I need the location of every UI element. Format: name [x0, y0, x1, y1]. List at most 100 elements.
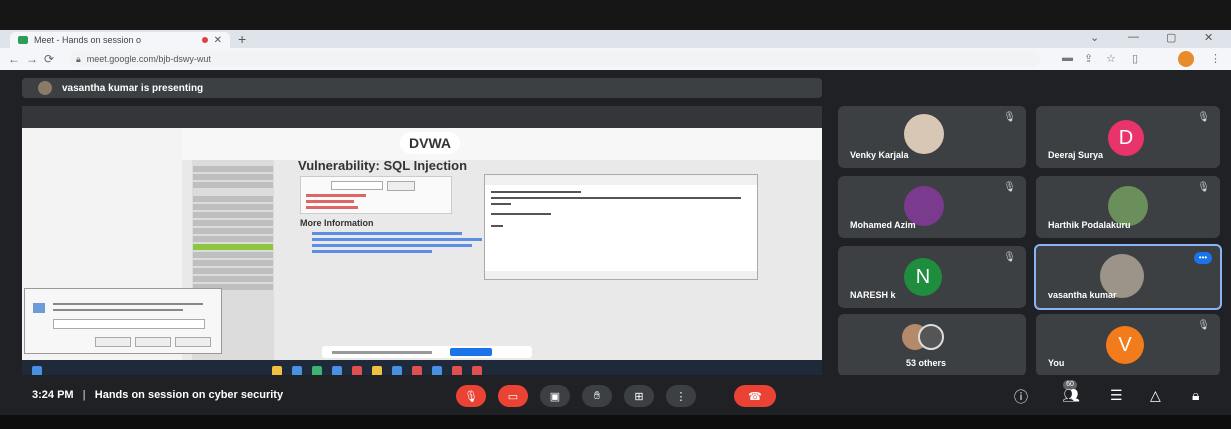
url-text: meet.google.com/bjb-dswy-wut [86, 54, 211, 64]
participant-tile[interactable]: 🎙︎ Mohamed Azim [838, 176, 1026, 238]
captions-button[interactable]: ▣ [540, 385, 570, 407]
mic-off-icon: 🎙︎ [464, 390, 478, 403]
shared-screen[interactable]: DVWA Vulnerability: SQL Injection More I… [22, 106, 822, 382]
chat-icon[interactable]: ☰ [1110, 387, 1123, 404]
menu-kebab-icon[interactable]: ⋮ [1210, 52, 1221, 65]
self-avatar: V [1106, 326, 1144, 364]
people-icon[interactable]: 👥︎ [1062, 387, 1080, 404]
minimize-button[interactable]: — [1128, 31, 1139, 43]
mic-off-button[interactable]: 🎙︎ [456, 385, 486, 407]
info-icon[interactable]: ⓘ [1014, 387, 1028, 407]
back-icon[interactable]: ← [8, 52, 20, 66]
mic-off-icon: 🎙︎ [1197, 320, 1210, 331]
user-id-input [331, 181, 383, 190]
self-name: You [1048, 358, 1065, 368]
reload-icon[interactable]: ⟳ [44, 52, 54, 66]
mic-off-icon: 🎙︎ [1197, 182, 1210, 193]
dvwa-menu-item [193, 228, 273, 234]
present-icon: ⊞ [634, 390, 644, 403]
dvwa-header [182, 128, 822, 160]
camera-off-icon: ▭ [507, 390, 519, 403]
tab-search-icon[interactable]: ⌄ [1090, 31, 1099, 44]
screen-top-bar [0, 0, 1231, 30]
new-tab-button[interactable]: + [238, 31, 246, 47]
meeting-title: Hands on session on cyber security [94, 389, 284, 401]
self-tile[interactable]: V 🎙︎ You [1036, 314, 1220, 376]
url-bar[interactable]: 🔒︎ meet.google.com/bjb-dswy-wut [70, 51, 1040, 67]
dvwa-menu-item [193, 182, 273, 188]
dvwa-menu-item [193, 174, 273, 180]
notepad-line [491, 225, 503, 227]
share-icon[interactable]: ⇪ [1084, 52, 1093, 65]
present-button[interactable]: ⊞ [624, 385, 654, 407]
result-line [306, 206, 358, 209]
notepad-line [491, 197, 741, 199]
bookmark-star-icon[interactable]: ☆ [1106, 52, 1116, 65]
more-options-button[interactable]: ⋮ [666, 385, 696, 407]
dvwa-menu-item [193, 166, 273, 172]
dvwa-menu-item [193, 204, 273, 210]
participant-avatar: D [1108, 120, 1144, 156]
participant-name: Mohamed Azim [850, 220, 916, 230]
participant-tile[interactable]: N 🎙︎ NARESH k [838, 246, 1026, 308]
captions-icon: ▣ [549, 390, 561, 403]
run-dialog-field [53, 319, 205, 329]
presenting-label: vasantha kumar is presenting [62, 82, 204, 94]
host-controls-icon[interactable]: 🔒︎ [1192, 387, 1199, 404]
profile-avatar[interactable] [1178, 51, 1194, 67]
lock-icon: 🔒︎ [76, 53, 81, 64]
camera-in-use-icon[interactable]: ▬ [1062, 52, 1073, 64]
maximize-button[interactable]: ▢ [1166, 31, 1176, 44]
side-panel-icon[interactable]: ▯ [1132, 52, 1138, 65]
info-link [312, 250, 432, 253]
leave-call-button[interactable]: ☎︎ [734, 385, 776, 407]
browser-tab[interactable]: Meet - Hands on session o ✕ [10, 32, 230, 48]
run-dialog-text [53, 309, 183, 311]
share-notice-text [332, 350, 432, 354]
tab-close-icon[interactable]: ✕ [214, 35, 222, 46]
meeting-time: 3:24 PM [32, 389, 74, 401]
participant-name: Deeraj Surya [1048, 150, 1104, 160]
close-window-button[interactable]: ✕ [1204, 31, 1213, 44]
run-dialog-text [53, 303, 203, 305]
meet-favicon-icon [18, 36, 28, 44]
notepad-status-bar [485, 271, 757, 279]
info-link [312, 232, 462, 235]
mic-off-icon: 🎙︎ [1197, 112, 1210, 123]
run-dialog [24, 288, 222, 354]
shared-browser-chrome [22, 106, 822, 128]
stop-sharing-button [450, 348, 492, 356]
notepad-line [491, 213, 551, 215]
participant-name: vasantha kumar [1048, 290, 1117, 300]
run-dialog-button [175, 337, 211, 347]
mic-off-icon: 🎙︎ [1003, 182, 1016, 193]
info-link [312, 244, 472, 247]
notepad-title-bar [485, 175, 757, 185]
activities-icon[interactable]: △ [1150, 387, 1161, 404]
participant-name: NARESH k [850, 290, 896, 300]
submit-button [387, 181, 415, 191]
run-dialog-icon [33, 303, 45, 313]
participant-name: Harthik Podalakuru [1048, 220, 1131, 230]
others-count: 53 others [906, 358, 947, 368]
participant-tile[interactable]: 🎙︎ Harthik Podalakuru [1036, 176, 1220, 238]
screen-bottom-bar [0, 415, 1231, 429]
leave-call-icon: ☎︎ [748, 390, 762, 403]
raise-hand-button[interactable]: ✋︎ [582, 385, 612, 407]
participant-avatar: N [904, 258, 942, 296]
participant-tile-active[interactable]: ••• vasantha kumar [1034, 244, 1222, 310]
forward-icon[interactable]: → [26, 52, 38, 66]
tab-title: Meet - Hands on session o [34, 35, 142, 45]
dvwa-menu-item-active [193, 244, 273, 250]
notepad-line [491, 203, 511, 205]
participant-tile[interactable]: D 🎙︎ Deeraj Surya [1036, 106, 1220, 168]
camera-off-button[interactable]: ▭ [498, 385, 528, 407]
separator: | [82, 389, 86, 401]
participant-photo [904, 114, 944, 154]
others-avatar [918, 324, 944, 350]
participant-tile[interactable]: 🎙︎ Venky Karjala [838, 106, 1026, 168]
others-tile[interactable]: 53 others [838, 314, 1026, 376]
dvwa-menu-item [193, 260, 273, 266]
dvwa-menu-item [193, 220, 273, 226]
participant-name: Venky Karjala [850, 150, 909, 160]
